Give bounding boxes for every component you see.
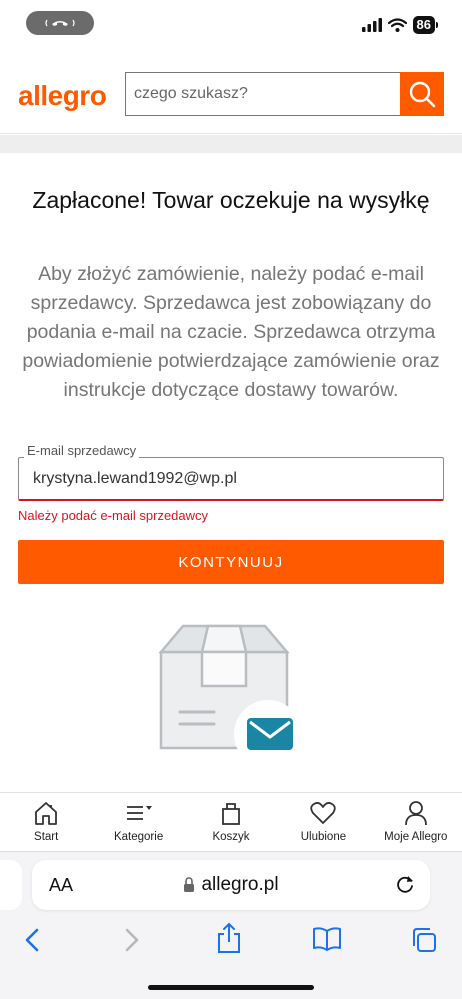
allegro-logo[interactable]: allegro (18, 80, 107, 112)
phone-icon (45, 19, 75, 27)
seller-email-input[interactable] (33, 470, 413, 488)
page-title: Zapłacone! Towar oczekuje na wysyłkę (32, 187, 430, 213)
home-indicator (148, 985, 314, 990)
wifi-icon (387, 18, 407, 32)
package-envelope-illustration (158, 624, 298, 754)
nav-label-koszyk: Koszyk (212, 831, 250, 843)
nav-label-start: Start (34, 831, 59, 843)
nav-item-start[interactable]: Start (0, 793, 92, 850)
back-icon[interactable] (22, 926, 44, 954)
nav-item-moje-allegro[interactable]: Moje Allegro (370, 793, 462, 850)
nav-label-kategorie: Kategorie (113, 831, 164, 843)
active-call-indicator[interactable] (26, 11, 94, 35)
nav-item-ulubione[interactable]: Ulubione (277, 793, 369, 850)
share-icon[interactable] (216, 922, 242, 954)
menu-icon (126, 806, 152, 820)
continue-button[interactable]: KONTYNUUJ (18, 540, 444, 584)
nav-label-ulubione: Ulubione (300, 831, 347, 843)
seller-email-label: E-mail sprzedawcy (24, 443, 140, 458)
status-bar: 86 (0, 0, 462, 48)
lock-icon (184, 877, 195, 892)
heart-icon (310, 802, 337, 824)
nav-item-koszyk[interactable]: Koszyk (185, 793, 277, 850)
instructions-text: Aby złożyć zamówienie, należy podać e-ma… (22, 263, 440, 401)
browser-nav-buttons (0, 922, 462, 962)
search-icon (409, 81, 436, 108)
address-bar[interactable]: AA allegro.pl (32, 860, 430, 910)
cellular-signal-icon (361, 18, 382, 32)
email-error-message: Należy podać e-mail sprzedawcy (18, 508, 209, 523)
envelope-icon (247, 718, 293, 750)
forward-icon[interactable] (120, 926, 142, 954)
battery-indicator: 86 (412, 16, 438, 34)
home-icon (35, 802, 58, 825)
previous-tab-peek[interactable] (0, 860, 22, 910)
battery-level: 86 (412, 16, 435, 34)
user-icon (404, 801, 427, 826)
url-text: allegro.pl (201, 874, 279, 895)
site-header: allegro czego szukasz? (0, 58, 462, 134)
search-button[interactable] (400, 72, 444, 116)
seller-email-field[interactable] (18, 457, 444, 501)
tabs-icon[interactable] (410, 926, 438, 954)
nav-label-moje-allegro: Moje Allegro (384, 831, 448, 843)
bag-icon (222, 803, 240, 825)
nav-item-kategorie[interactable]: Kategorie (92, 793, 184, 850)
reload-icon[interactable] (394, 873, 416, 895)
bottom-navigation: Start Kategorie Koszyk Ulubione Moje All… (0, 792, 462, 850)
search-placeholder: czego szukasz? (134, 85, 248, 102)
search-input[interactable]: czego szukasz? (125, 72, 401, 116)
bookmarks-icon[interactable] (312, 926, 342, 952)
header-divider (0, 135, 462, 153)
browser-toolbar: AA allegro.pl (0, 851, 462, 999)
